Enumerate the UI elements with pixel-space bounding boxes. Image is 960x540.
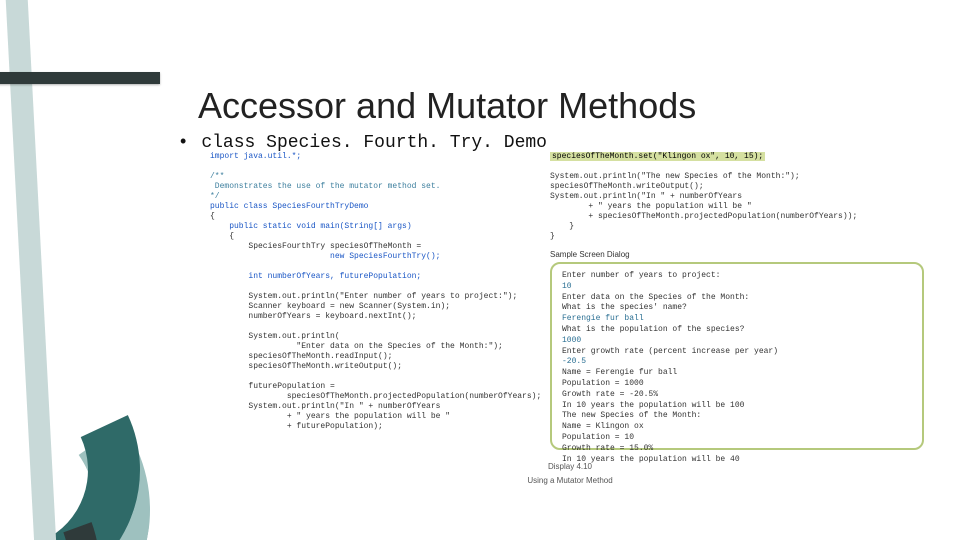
decorative-bar — [0, 72, 160, 84]
page-title: Accessor and Mutator Methods — [198, 85, 696, 127]
caption-title: Using a Mutator Method — [210, 476, 930, 486]
highlighted-line: speciesOfTheMonth.set("Klingon ox", 10, … — [550, 152, 765, 161]
code-listing: import java.util.*; /** Demonstrates the… — [210, 152, 930, 532]
bullet-line: • class Species. Fourth. Try. Demo — [180, 131, 547, 153]
sample-dialog-label: Sample Screen Dialog — [550, 250, 630, 260]
code-col-left: import java.util.*; /** Demonstrates the… — [210, 152, 540, 432]
sample-dialog-box: Enter number of years to project: 10 Ent… — [550, 262, 924, 450]
bullet-icon: • — [180, 131, 186, 151]
bullet-code: class Species. Fourth. Try. Demo — [201, 133, 547, 153]
slide: Accessor and Mutator Methods • class Spe… — [0, 0, 960, 540]
caption-display: Display 4.10 — [210, 462, 930, 472]
code-col-right: speciesOfTheMonth.set("Klingon ox", 10, … — [550, 152, 930, 242]
